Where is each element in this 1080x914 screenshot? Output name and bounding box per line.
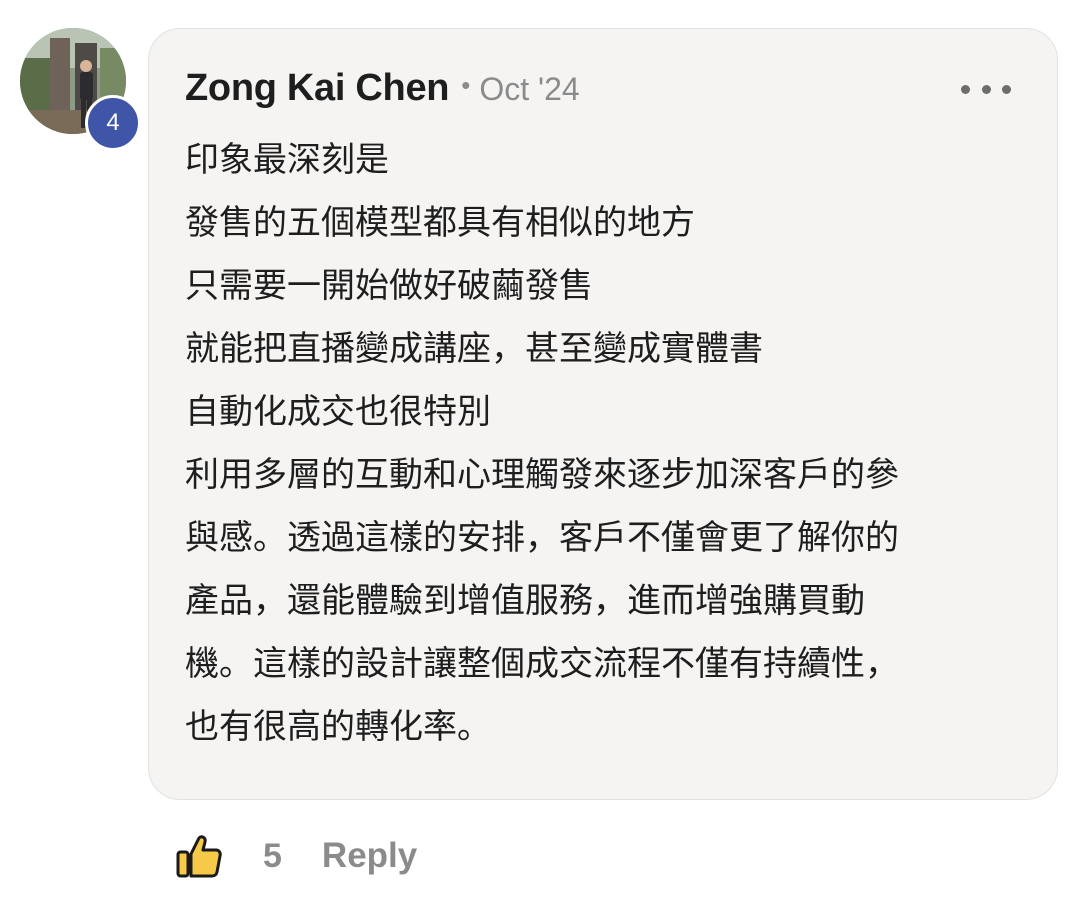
more-dot-icon — [981, 84, 991, 94]
comment-text-line: 也有很高的轉化率。 — [185, 707, 491, 747]
author-avatar-container[interactable]: 4 — [20, 28, 141, 151]
comment-text-line: 印象最深刻是 — [185, 140, 389, 180]
more-dot-icon — [1002, 84, 1011, 94]
comment-text-line: 只需要一開始做好破繭發售 — [185, 266, 593, 306]
comment-text-line: 自動化成交也很特別 — [185, 392, 491, 432]
like-button[interactable] — [175, 832, 223, 880]
header-separator: • — [461, 70, 471, 100]
like-count: 5 — [263, 836, 282, 875]
reply-button[interactable]: Reply — [322, 836, 417, 876]
comment-text-line: 就能把直播變成講座，甚至變成實體書 — [185, 329, 763, 369]
level-badge: 4 — [85, 95, 141, 151]
comment-text-line: 產品，還能體驗到增值服務，進而增強購買動 — [185, 581, 865, 621]
comment-date[interactable]: Oct '24 — [479, 71, 579, 108]
comment-text-line: 機。這樣的設計讓整個成交流程不僅有持續性， — [185, 644, 899, 684]
comment-text-line: 與感。透過這樣的安排，客戶不僅會更了解你的 — [185, 518, 899, 558]
comment-text-line: 發售的五個模型都具有相似的地方 — [185, 203, 695, 243]
more-dot-icon — [961, 84, 970, 94]
comment-thread: 4 Zong Kai Chen • Oct '24 印象最深刻是 發售的五個模型… — [0, 0, 1080, 914]
comment-header: Zong Kai Chen • Oct '24 — [185, 67, 580, 115]
comment-body: 印象最深刻是 發售的五個模型都具有相似的地方 只需要一開始做好破繭發售 就能把直… — [185, 129, 1037, 759]
author-name[interactable]: Zong Kai Chen — [185, 67, 450, 110]
comment-card: Zong Kai Chen • Oct '24 印象最深刻是 發售的五個模型都具… — [148, 28, 1058, 800]
comment-text-line: 利用多層的互動和心理觸發來逐步加深客戶的參 — [185, 455, 899, 495]
comment-actions: 5 Reply — [175, 826, 417, 886]
more-options-button[interactable] — [961, 79, 1011, 99]
thumbs-up-icon — [176, 835, 222, 878]
